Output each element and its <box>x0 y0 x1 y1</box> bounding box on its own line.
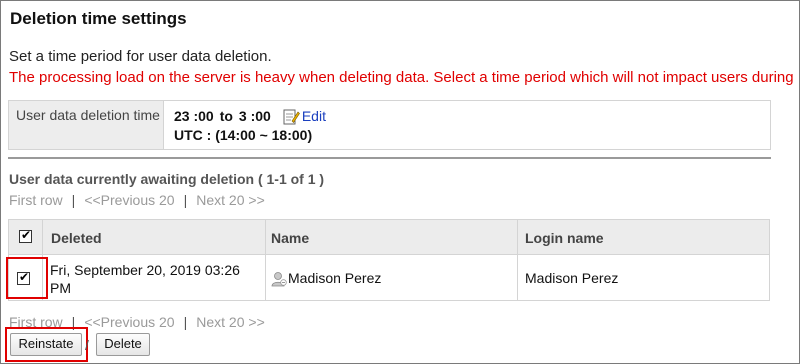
page-title: Deletion time settings <box>10 9 187 28</box>
deletion-start-time: 23 :00 <box>174 108 214 124</box>
row-name[interactable]: Madison Perez <box>271 270 381 287</box>
select-all-checkbox[interactable]: ✔ <box>19 228 32 243</box>
row-deleted-date: Fri, September 20, 2019 03:26 PM <box>50 262 240 296</box>
row-checkbox-highlight <box>6 257 48 299</box>
action-separator: / <box>85 337 89 353</box>
edit-label: Edit <box>301 108 326 124</box>
row-name-label: Madison Perez <box>288 270 382 286</box>
pager-first-row[interactable]: First row <box>9 192 63 208</box>
deletion-time-label: User data deletion time <box>9 101 164 149</box>
awaiting-deletion-table: ✔ Deleted Name Login name ✔ Fri, Septemb… <box>8 219 770 301</box>
pager-separator: | <box>71 192 76 208</box>
column-divider <box>265 220 266 300</box>
user-icon <box>271 272 287 287</box>
page-description: Set a time period for user data deletion… <box>9 48 272 65</box>
server-load-warning: The processing load on the server is hea… <box>9 69 794 86</box>
column-divider <box>517 220 518 300</box>
pager-previous[interactable]: <<Previous 20 <box>84 192 174 208</box>
reinstate-button-highlight <box>5 327 88 362</box>
column-header-name: Name <box>271 230 310 246</box>
deletion-time-value: 23 :00 to 3 :00 Edit UTC : (14:00 ~ 18:0… <box>164 101 326 149</box>
pager-next[interactable]: Next 20 >> <box>196 192 265 208</box>
deletion-time-setting-row: User data deletion time 23 :00 to 3 :00 … <box>8 100 771 150</box>
section-divider <box>8 157 771 159</box>
pager-separator: | <box>183 314 188 330</box>
delete-button[interactable]: Delete <box>96 333 150 356</box>
column-header-deleted: Deleted <box>51 230 102 246</box>
checkmark-icon: ✔ <box>21 228 32 242</box>
pager-previous[interactable]: <<Previous 20 <box>84 314 174 330</box>
deletion-time-settings-panel: Deletion time settings Set a time period… <box>0 0 800 364</box>
row-login-name: Madison Perez <box>525 270 619 286</box>
column-header-login-name: Login name <box>525 230 604 246</box>
pager-top: First row | <<Previous 20 | Next 20 >> <box>9 192 265 208</box>
deletion-time-to: to <box>219 108 233 124</box>
edit-deletion-time-link[interactable]: Edit <box>283 107 326 126</box>
deletion-end-time: 3 :00 <box>238 108 271 124</box>
awaiting-deletion-heading: User data currently awaiting deletion ( … <box>9 171 325 187</box>
table-header-row <box>9 220 769 255</box>
edit-icon <box>283 109 300 124</box>
pager-separator: | <box>183 192 188 208</box>
pager-next[interactable]: Next 20 >> <box>196 314 265 330</box>
deletion-time-utc: UTC : (14:00 ~ 18:00) <box>174 127 313 143</box>
